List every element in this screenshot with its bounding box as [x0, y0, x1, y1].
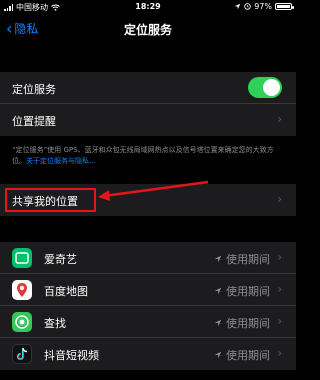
- annotation-arrow: [98, 180, 209, 201]
